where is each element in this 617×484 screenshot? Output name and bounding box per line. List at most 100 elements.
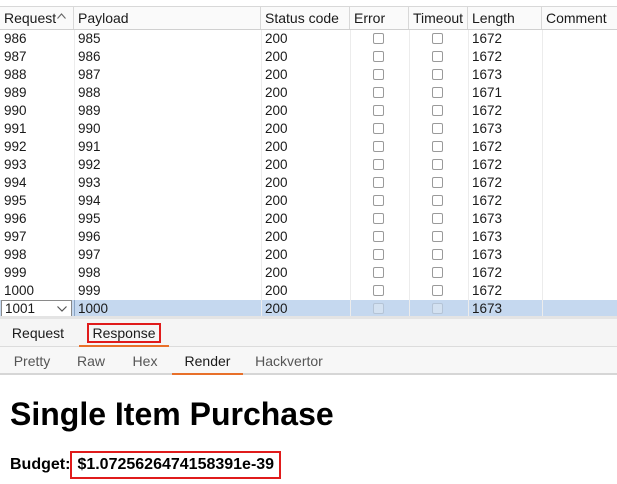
- column-header-length[interactable]: Length: [468, 7, 542, 29]
- column-divider: [409, 102, 410, 120]
- length-cell: 1673: [472, 247, 503, 262]
- budget-value: $1.0725626474158391e-39: [70, 451, 282, 479]
- status-code-cell: 200: [265, 247, 288, 262]
- payload-cell: 995: [78, 211, 101, 226]
- table-row[interactable]: 992 991 200 1672: [0, 138, 617, 156]
- error-checkbox: [373, 213, 384, 224]
- table-row[interactable]: 987 986 200 1672: [0, 48, 617, 66]
- tab-request[interactable]: Request: [6, 321, 70, 345]
- status-code-cell: 200: [265, 85, 288, 100]
- request-cell: 998: [4, 247, 27, 262]
- error-checkbox: [373, 33, 384, 44]
- table-row[interactable]: 989 988 200 1671: [0, 84, 617, 102]
- request-cell: 987: [4, 49, 27, 64]
- comment-cell[interactable]: [542, 282, 546, 300]
- timeout-checkbox: [432, 123, 443, 134]
- chevron-up-icon: [57, 13, 66, 19]
- column-header-payload[interactable]: Payload: [74, 7, 261, 29]
- tab-response[interactable]: Response: [79, 321, 169, 347]
- column-divider: [350, 84, 351, 102]
- length-cell: 1672: [472, 49, 503, 64]
- column-header-status-code[interactable]: Status code: [261, 7, 350, 29]
- table-row[interactable]: 991 990 200 1673: [0, 120, 617, 138]
- table-row[interactable]: 997 996 200 1673: [0, 228, 617, 246]
- column-divider: [350, 120, 351, 138]
- table-row[interactable]: 996 995 200 1673: [0, 210, 617, 228]
- column-divider: [409, 120, 410, 138]
- column-divider: [409, 66, 410, 84]
- table-row[interactable]: 990 989 200 1672: [0, 102, 617, 120]
- error-checkbox: [373, 51, 384, 62]
- payload-cell: 998: [78, 265, 101, 280]
- comment-cell[interactable]: [542, 174, 546, 192]
- comment-cell[interactable]: [542, 48, 546, 66]
- column-divider: [350, 66, 351, 84]
- comment-cell[interactable]: [542, 156, 546, 174]
- payload-cell: 997: [78, 247, 101, 262]
- column-divider: [350, 138, 351, 156]
- column-header-error[interactable]: Error: [350, 7, 409, 29]
- comment-cell[interactable]: [542, 264, 546, 282]
- status-code-cell: 200: [265, 49, 288, 64]
- table-row[interactable]: 993 992 200 1672: [0, 156, 617, 174]
- comment-cell[interactable]: [542, 102, 546, 120]
- budget-label: Budget:: [10, 456, 71, 473]
- table-row[interactable]: 986 985 200 1672: [0, 30, 617, 48]
- request-cell: 991: [4, 121, 27, 136]
- column-header-request[interactable]: Request: [0, 7, 74, 29]
- comment-cell[interactable]: [542, 138, 546, 156]
- error-checkbox: [373, 285, 384, 296]
- comment-cell[interactable]: [542, 66, 546, 84]
- comment-cell[interactable]: [542, 246, 546, 264]
- tab-hackvertor[interactable]: Hackvertor: [250, 347, 328, 373]
- column-header-comment[interactable]: Comment: [542, 7, 617, 29]
- column-divider: [409, 156, 410, 174]
- comment-cell[interactable]: [542, 120, 546, 138]
- length-cell: 1672: [472, 103, 503, 118]
- column-divider: [350, 246, 351, 264]
- table-row[interactable]: 1000 999 200 1672: [0, 282, 617, 300]
- table-row[interactable]: 998 997 200 1673: [0, 246, 617, 264]
- timeout-checkbox: [432, 33, 443, 44]
- active-tab-indicator: [172, 373, 243, 375]
- request-number: 1001: [5, 301, 36, 316]
- request-cell: 990: [4, 103, 27, 118]
- payload-cell: 993: [78, 175, 101, 190]
- timeout-checkbox: [432, 195, 443, 206]
- comment-cell[interactable]: [542, 210, 546, 228]
- comment-cell[interactable]: [542, 228, 546, 246]
- tab-pretty[interactable]: Pretty: [6, 347, 58, 373]
- column-divider: [409, 192, 410, 210]
- comment-cell[interactable]: [542, 192, 546, 210]
- length-cell: 1672: [472, 139, 503, 154]
- tab-render[interactable]: Render: [172, 347, 243, 375]
- request-cell: 988: [4, 67, 27, 82]
- request-cell: 1000: [4, 283, 35, 298]
- timeout-checkbox: [432, 285, 443, 296]
- table-row[interactable]: 988 987 200 1673: [0, 66, 617, 84]
- error-checkbox: [373, 105, 384, 116]
- timeout-checkbox: [432, 249, 443, 260]
- column-divider: [350, 210, 351, 228]
- column-divider: [409, 30, 410, 48]
- table-row[interactable]: 995 994 200 1672: [0, 192, 617, 210]
- view-tabs: Pretty Raw Hex Render Hackvertor: [0, 347, 617, 375]
- comment-cell[interactable]: [542, 84, 546, 102]
- table-row[interactable]: 994 993 200 1672: [0, 174, 617, 192]
- timeout-checkbox: [432, 87, 443, 98]
- column-header-timeout[interactable]: Timeout: [409, 7, 468, 29]
- length-cell: 1673: [472, 229, 503, 244]
- status-code-cell: 200: [265, 229, 288, 244]
- length-cell: 1672: [472, 157, 503, 172]
- payload-cell: 992: [78, 157, 101, 172]
- table-row[interactable]: 999 998 200 1672: [0, 264, 617, 282]
- comment-cell[interactable]: [542, 30, 546, 48]
- timeout-checkbox: [432, 267, 443, 278]
- error-checkbox: [373, 123, 384, 134]
- request-cell: 995: [4, 193, 27, 208]
- error-checkbox: [373, 141, 384, 152]
- tab-hex[interactable]: Hex: [122, 347, 168, 373]
- length-cell: 1672: [472, 283, 503, 298]
- timeout-checkbox: [432, 51, 443, 62]
- tab-raw[interactable]: Raw: [68, 347, 114, 373]
